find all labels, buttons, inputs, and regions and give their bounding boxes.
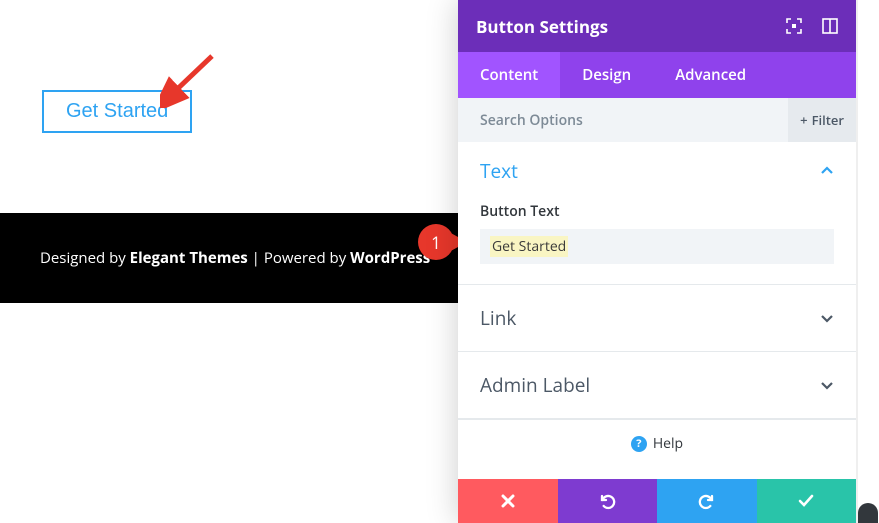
section-admin-label: Admin Label bbox=[458, 352, 856, 419]
chevron-down-icon bbox=[820, 311, 834, 325]
expand-icon[interactable] bbox=[822, 18, 838, 34]
undo-icon bbox=[598, 492, 616, 510]
undo-button[interactable] bbox=[558, 479, 658, 523]
footer-brand: Elegant Themes bbox=[130, 248, 248, 268]
plus-icon: + bbox=[800, 111, 807, 129]
section-text-head[interactable]: Text bbox=[480, 158, 834, 184]
help-label: Help bbox=[653, 434, 683, 453]
chevron-down-icon bbox=[820, 378, 834, 392]
section-link: Link bbox=[458, 285, 856, 352]
redo-icon bbox=[698, 492, 716, 510]
section-admin-head[interactable]: Admin Label bbox=[480, 372, 834, 398]
close-icon bbox=[500, 493, 516, 509]
floating-handle[interactable] bbox=[858, 503, 878, 523]
search-row: Search Options + Filter bbox=[458, 98, 856, 142]
button-text-input[interactable]: Get Started bbox=[480, 229, 834, 264]
right-gutter bbox=[856, 0, 879, 523]
filter-button[interactable]: + Filter bbox=[788, 98, 856, 142]
footer-prefix: Designed by bbox=[40, 248, 130, 268]
section-link-head[interactable]: Link bbox=[480, 305, 834, 331]
panel-tabs: Content Design Advanced bbox=[458, 52, 856, 98]
chevron-up-icon bbox=[820, 164, 834, 178]
filter-label: Filter bbox=[812, 111, 844, 129]
panel-header: Button Settings bbox=[458, 0, 856, 52]
section-admin-title: Admin Label bbox=[480, 372, 590, 398]
footer-cms: WordPress bbox=[350, 248, 430, 268]
settings-panel: Button Settings Content Design Advanced … bbox=[458, 0, 856, 523]
help-icon: ? bbox=[631, 436, 647, 452]
tab-content[interactable]: Content bbox=[458, 52, 560, 98]
snap-icon[interactable] bbox=[786, 18, 802, 34]
tab-advanced[interactable]: Advanced bbox=[653, 52, 768, 98]
button-text-label: Button Text bbox=[480, 202, 834, 221]
panel-body: Text Button Text Get Started Link Admin … bbox=[458, 142, 856, 479]
action-bar bbox=[458, 479, 856, 523]
section-text-title: Text bbox=[480, 158, 518, 184]
panel-title: Button Settings bbox=[476, 15, 608, 38]
section-text: Text Button Text Get Started bbox=[458, 142, 856, 285]
section-link-title: Link bbox=[480, 305, 516, 331]
cancel-button[interactable] bbox=[458, 479, 558, 523]
tab-design[interactable]: Design bbox=[560, 52, 653, 98]
help-row[interactable]: ? Help bbox=[458, 419, 856, 467]
save-button[interactable] bbox=[757, 479, 857, 523]
check-icon bbox=[797, 492, 815, 510]
footer-mid: | Powered by bbox=[248, 248, 350, 268]
redo-button[interactable] bbox=[657, 479, 757, 523]
preview-button[interactable]: Get Started bbox=[42, 90, 192, 133]
button-text-value: Get Started bbox=[490, 236, 568, 257]
search-input[interactable]: Search Options bbox=[480, 111, 583, 130]
